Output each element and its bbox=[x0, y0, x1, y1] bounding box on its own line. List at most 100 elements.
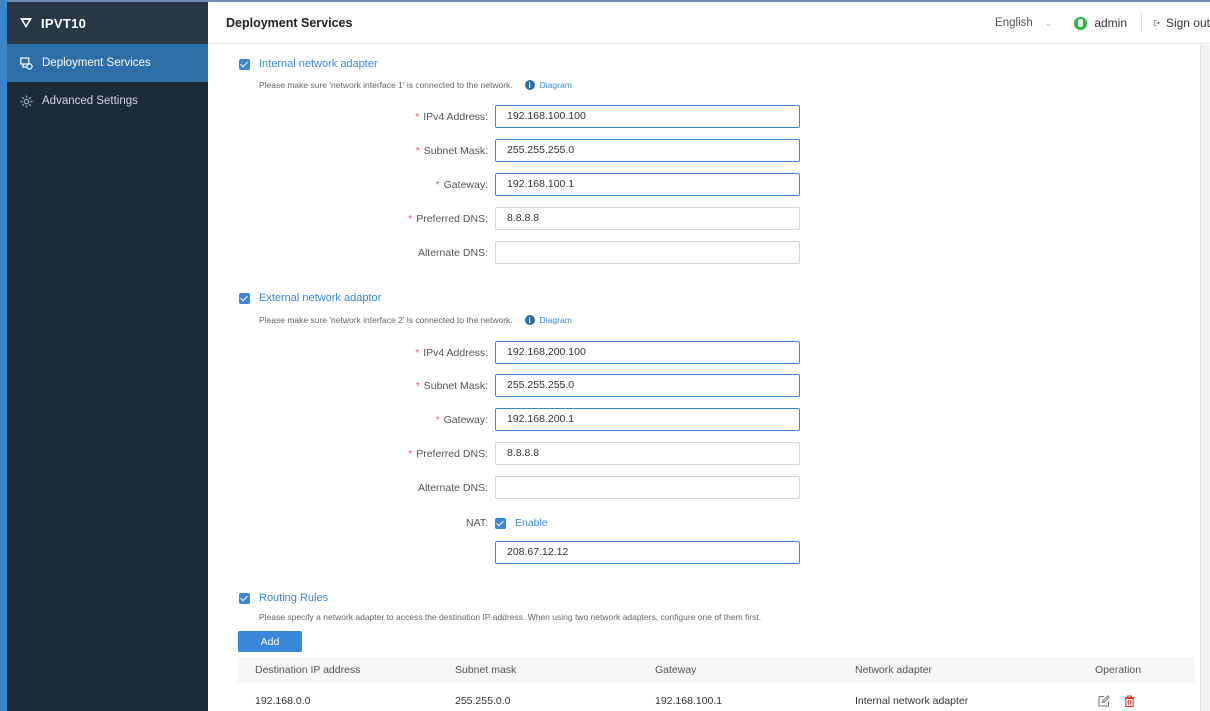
sidebar: IPVT10 Deployment Services Advanced Sett… bbox=[0, 0, 208, 711]
column-header: Network adapter bbox=[855, 664, 933, 676]
field-label: * IPv4 Address: bbox=[415, 347, 488, 359]
field-label: Alternate DNS: bbox=[417, 247, 488, 259]
external-pdns-input[interactable]: 8.8.8.8 bbox=[495, 442, 800, 465]
label-text: Preferred DNS: bbox=[416, 213, 488, 225]
field-label: * IPv4 Address: bbox=[415, 111, 488, 123]
info-icon: i bbox=[524, 80, 535, 90]
nat-ip-row: 208.67.12.12 bbox=[208, 541, 808, 565]
internal-ipv4-input[interactable]: 192.168.100.100 bbox=[495, 105, 800, 128]
external-mask-input[interactable]: 255.255.255.0 bbox=[495, 374, 800, 397]
routing-rules-checkbox[interactable]: Routing Rules bbox=[239, 592, 328, 604]
info-icon: i bbox=[524, 315, 535, 325]
nat-ip-input[interactable]: 208.67.12.12 bbox=[495, 541, 800, 564]
sidebar-item-deployment-services[interactable]: Deployment Services bbox=[7, 44, 208, 82]
field-label: * Gateway: bbox=[435, 179, 488, 191]
page-title: Deployment Services bbox=[226, 15, 353, 30]
app-title: IPVT10 bbox=[41, 15, 87, 31]
external-ipv4-row: * IPv4 Address: 192.168.200.100 bbox=[208, 341, 808, 365]
routing-rules-hint: Please specify a network adapter to acce… bbox=[259, 612, 762, 622]
routing-table: Destination IP address Subnet mask Gatew… bbox=[238, 657, 1195, 711]
user-icon bbox=[1074, 16, 1088, 30]
external-diagram-link[interactable]: Diagram bbox=[540, 315, 572, 325]
label-text: IPv4 Address: bbox=[423, 347, 488, 359]
main-content: Internal network adapter Please make sur… bbox=[208, 45, 1200, 711]
nat-enable-label: Enable bbox=[515, 517, 548, 529]
table-row: 192.168.0.0 255.255.0.0 192.168.100.1 In… bbox=[238, 683, 1195, 711]
chevron-down-icon: ⌄ bbox=[1044, 17, 1053, 28]
internal-ipv4-row: * IPv4 Address: 192.168.100.100 bbox=[208, 105, 808, 129]
label-text: Gateway: bbox=[443, 179, 488, 191]
cell-network-adapter: Internal network adapter bbox=[855, 695, 969, 707]
add-route-button[interactable]: Add bbox=[238, 631, 302, 652]
checkbox-checked-icon bbox=[495, 517, 506, 529]
language-select[interactable]: English ⌄ bbox=[995, 17, 1052, 29]
nat-enable-checkbox[interactable]: Enable bbox=[495, 517, 548, 529]
vertical-scrollbar[interactable] bbox=[1200, 45, 1210, 711]
internal-pdns-row: * Preferred DNS: 8.8.8.8 bbox=[208, 207, 808, 231]
sidebar-item-label: Deployment Services bbox=[42, 57, 151, 69]
sign-out-button[interactable]: Sign out bbox=[1154, 16, 1210, 30]
label-text: Gateway: bbox=[443, 414, 488, 426]
sign-out-icon bbox=[1154, 20, 1160, 26]
deployment-icon bbox=[20, 56, 33, 70]
internal-mask-row: * Subnet Mask: 255.255.255.0 bbox=[208, 139, 808, 163]
external-gateway-input[interactable]: 192.168.200.1 bbox=[495, 408, 800, 431]
routing-rules-heading: Routing Rules bbox=[259, 592, 329, 604]
external-adns-row: Alternate DNS: bbox=[208, 476, 808, 500]
label-text: IPv4 Address: bbox=[423, 111, 488, 123]
external-adapter-checkbox[interactable]: External network adaptor bbox=[239, 292, 381, 304]
internal-pdns-input[interactable]: 8.8.8.8 bbox=[495, 207, 800, 230]
hint-text: Please make sure 'network interface 1' i… bbox=[259, 80, 513, 90]
column-header: Gateway bbox=[655, 664, 697, 676]
internal-adns-input[interactable] bbox=[495, 241, 800, 264]
field-label: * Preferred DNS: bbox=[408, 213, 488, 225]
username: admin bbox=[1094, 16, 1127, 30]
hint-text: Please make sure 'network interface 2' i… bbox=[259, 315, 513, 325]
field-label: Alternate DNS: bbox=[417, 482, 488, 494]
field-label: * Gateway: bbox=[435, 414, 488, 426]
label-text: Subnet Mask: bbox=[423, 145, 488, 157]
external-adapter-hint: Please make sure 'network interface 2' i… bbox=[259, 315, 572, 325]
delete-icon[interactable] bbox=[1124, 695, 1135, 707]
label-text: Preferred DNS: bbox=[416, 448, 488, 460]
external-adns-input[interactable] bbox=[495, 476, 800, 499]
logo-icon bbox=[20, 18, 32, 28]
field-label: * Preferred DNS: bbox=[408, 448, 488, 460]
column-header: Operation bbox=[1095, 664, 1142, 676]
gear-icon bbox=[20, 95, 33, 107]
user-menu[interactable]: admin bbox=[1074, 13, 1142, 33]
external-pdns-row: * Preferred DNS: 8.8.8.8 bbox=[208, 442, 808, 466]
sign-out-label: Sign out bbox=[1165, 16, 1210, 30]
sidebar-item-label: Advanced Settings bbox=[42, 95, 138, 107]
external-mask-row: * Subnet Mask: 255.255.255.0 bbox=[208, 374, 808, 398]
column-header: Subnet mask bbox=[455, 664, 517, 676]
cell-operation bbox=[1078, 695, 1195, 707]
checkbox-checked-icon bbox=[239, 592, 250, 604]
edit-icon[interactable] bbox=[1098, 695, 1110, 707]
label-text: Subnet Mask: bbox=[423, 380, 488, 392]
external-adapter-heading: External network adaptor bbox=[259, 292, 382, 304]
internal-gateway-input[interactable]: 192.168.100.1 bbox=[495, 173, 800, 196]
column-header: Destination IP address bbox=[255, 664, 361, 676]
top-header: Deployment Services English ⌄ admin Sign… bbox=[208, 0, 1210, 44]
app-brand[interactable]: IPVT10 bbox=[7, 0, 208, 44]
checkbox-checked-icon bbox=[239, 292, 250, 304]
internal-gateway-row: * Gateway: 192.168.100.1 bbox=[208, 173, 808, 197]
nat-label: NAT: bbox=[466, 517, 488, 529]
internal-adapter-hint: Please make sure 'network interface 1' i… bbox=[259, 80, 572, 90]
internal-adapter-checkbox[interactable]: Internal network adapter bbox=[239, 58, 378, 70]
checkbox-checked-icon bbox=[239, 58, 250, 70]
cell-gateway: 192.168.100.1 bbox=[655, 695, 723, 707]
nat-row: NAT: Enable bbox=[208, 514, 808, 532]
internal-mask-input[interactable]: 255.255.255.0 bbox=[495, 139, 800, 162]
cell-subnet-mask: 255.255.0.0 bbox=[455, 695, 511, 707]
external-ipv4-input[interactable]: 192.168.200.100 bbox=[495, 341, 800, 364]
table-header: Destination IP address Subnet mask Gatew… bbox=[238, 657, 1195, 683]
external-gateway-row: * Gateway: 192.168.200.1 bbox=[208, 408, 808, 432]
internal-diagram-link[interactable]: Diagram bbox=[540, 80, 572, 90]
internal-adapter-heading: Internal network adapter bbox=[259, 58, 378, 70]
language-value: English bbox=[995, 17, 1033, 29]
sidebar-item-advanced-settings[interactable]: Advanced Settings bbox=[7, 82, 208, 120]
internal-adns-row: Alternate DNS: bbox=[208, 241, 808, 265]
field-label: * Subnet Mask: bbox=[415, 380, 488, 392]
